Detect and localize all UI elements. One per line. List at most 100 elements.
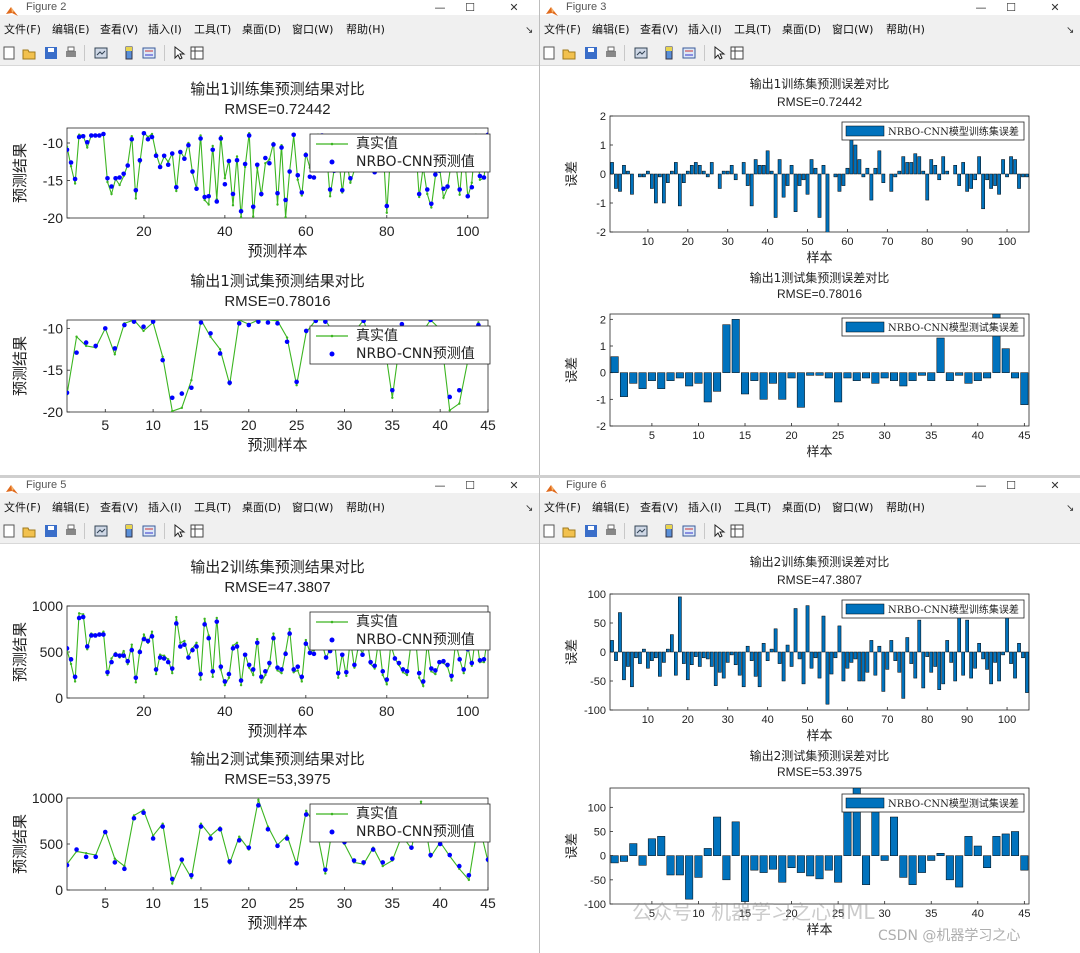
dock-arrow-icon[interactable]: ↘ (525, 503, 533, 514)
error-bar (965, 173, 969, 192)
colorbar-icon[interactable] (122, 45, 136, 60)
menu-item[interactable]: 查看(V) (100, 21, 138, 39)
menu-item[interactable]: 桌面(D) (782, 21, 821, 39)
menu-item[interactable]: 插入(I) (148, 21, 182, 39)
new-file-icon[interactable] (2, 523, 16, 538)
menu-item[interactable]: 工具(T) (734, 21, 771, 39)
menu-item[interactable]: 编辑(E) (592, 21, 630, 39)
menu-item[interactable]: 窗口(W) (292, 499, 333, 517)
print-icon[interactable] (604, 523, 618, 537)
menu-item[interactable]: 工具(T) (734, 499, 771, 517)
save-icon[interactable] (584, 523, 598, 537)
menu-item[interactable]: 工具(T) (194, 499, 231, 517)
menu-item[interactable]: 帮助(H) (346, 499, 385, 517)
menu-item[interactable]: 插入(I) (688, 21, 722, 39)
maximize-button[interactable]: ☐ (1000, 478, 1022, 493)
open-folder-icon[interactable] (22, 45, 36, 60)
property-inspector-icon[interactable] (730, 523, 744, 538)
pointer-icon[interactable] (172, 523, 186, 538)
link-plot-icon[interactable] (634, 523, 648, 537)
print-icon[interactable] (604, 45, 618, 59)
save-icon[interactable] (584, 45, 598, 59)
pointer-icon[interactable] (712, 523, 726, 538)
property-inspector-icon[interactable] (730, 45, 744, 60)
minimize-button[interactable]: — (970, 478, 992, 493)
menu-item[interactable]: 编辑(E) (52, 499, 90, 517)
menu-item[interactable]: 编辑(E) (592, 499, 630, 517)
open-folder-icon[interactable] (562, 523, 576, 538)
menu-item[interactable]: 文件(F) (544, 499, 581, 517)
link-plot-icon[interactable] (94, 45, 108, 59)
menu-item[interactable]: 桌面(D) (242, 499, 281, 517)
x-tick-label: 60 (298, 223, 314, 239)
pointer-icon[interactable] (712, 45, 726, 60)
legend-icon[interactable] (142, 45, 156, 59)
maximize-button[interactable]: ☐ (459, 0, 481, 15)
close-button[interactable]: ✕ (503, 0, 525, 15)
colorbar-icon[interactable] (122, 523, 136, 538)
menu-item[interactable]: 文件(F) (4, 499, 41, 517)
property-inspector-icon[interactable] (190, 523, 204, 538)
menu-item[interactable]: 查看(V) (100, 499, 138, 517)
save-icon[interactable] (44, 523, 58, 537)
menu-item[interactable]: 帮助(H) (346, 21, 385, 39)
menu-item[interactable]: 文件(F) (544, 21, 581, 39)
new-file-icon[interactable] (542, 523, 556, 538)
link-plot-icon[interactable] (634, 45, 648, 59)
pointer-icon[interactable] (172, 45, 186, 60)
dock-arrow-icon[interactable]: ↘ (1066, 503, 1074, 514)
error-bar (927, 855, 936, 861)
maximize-button[interactable]: ☐ (1000, 0, 1022, 15)
error-bar (862, 855, 871, 885)
close-button[interactable]: ✕ (503, 478, 525, 493)
y-axis-label: 预测结果 (11, 814, 29, 874)
error-bar (703, 372, 712, 403)
colorbar-icon[interactable] (662, 45, 676, 60)
open-folder-icon[interactable] (562, 45, 576, 60)
minimize-button[interactable]: — (429, 478, 451, 493)
menu-item[interactable]: 窗口(W) (832, 499, 873, 517)
legend-icon[interactable] (682, 45, 696, 59)
menu-item[interactable]: 查看(V) (640, 21, 678, 39)
print-icon[interactable] (64, 45, 78, 59)
close-button[interactable]: ✕ (1044, 478, 1066, 493)
x-tick-label: 40 (432, 895, 448, 911)
menu-item[interactable]: 工具(T) (194, 21, 231, 39)
menu-item[interactable]: 桌面(D) (782, 499, 821, 517)
dock-arrow-icon[interactable]: ↘ (525, 25, 533, 36)
new-file-icon[interactable] (542, 45, 556, 60)
predicted-point (97, 632, 102, 637)
menu-item[interactable]: 插入(I) (148, 499, 182, 517)
menu-item[interactable]: 窗口(W) (832, 21, 873, 39)
link-plot-icon[interactable] (94, 523, 108, 537)
property-inspector-icon[interactable] (190, 45, 204, 60)
menu-item[interactable]: 帮助(H) (886, 21, 925, 39)
menu-item[interactable]: 桌面(D) (242, 21, 281, 39)
predicted-point (165, 162, 171, 168)
dock-arrow-icon[interactable]: ↘ (1066, 25, 1074, 36)
save-icon[interactable] (44, 45, 58, 59)
legend-icon[interactable] (682, 523, 696, 537)
maximize-button[interactable]: ☐ (459, 478, 481, 493)
error-bar (685, 855, 694, 900)
menu-item[interactable]: 插入(I) (688, 499, 722, 517)
close-button[interactable]: ✕ (1044, 0, 1066, 15)
wechat-watermark: 公众号 · 机器学习之心HML (632, 900, 875, 924)
print-icon[interactable] (64, 523, 78, 537)
menu-item[interactable]: 窗口(W) (292, 21, 333, 39)
minimize-button[interactable]: — (970, 0, 992, 15)
new-file-icon[interactable] (2, 45, 16, 60)
minimize-button[interactable]: — (429, 0, 451, 15)
open-folder-icon[interactable] (22, 523, 36, 538)
colorbar-icon[interactable] (662, 523, 676, 538)
predicted-point (481, 657, 487, 662)
error-bar (837, 625, 842, 653)
error-bar (773, 173, 778, 218)
menu-item[interactable]: 文件(F) (4, 21, 41, 39)
true-value-point (106, 180, 109, 184)
error-bar (1020, 372, 1029, 405)
menu-item[interactable]: 编辑(E) (52, 21, 90, 39)
legend-icon[interactable] (142, 523, 156, 537)
menu-item[interactable]: 帮助(H) (886, 499, 925, 517)
menu-item[interactable]: 查看(V) (640, 499, 678, 517)
